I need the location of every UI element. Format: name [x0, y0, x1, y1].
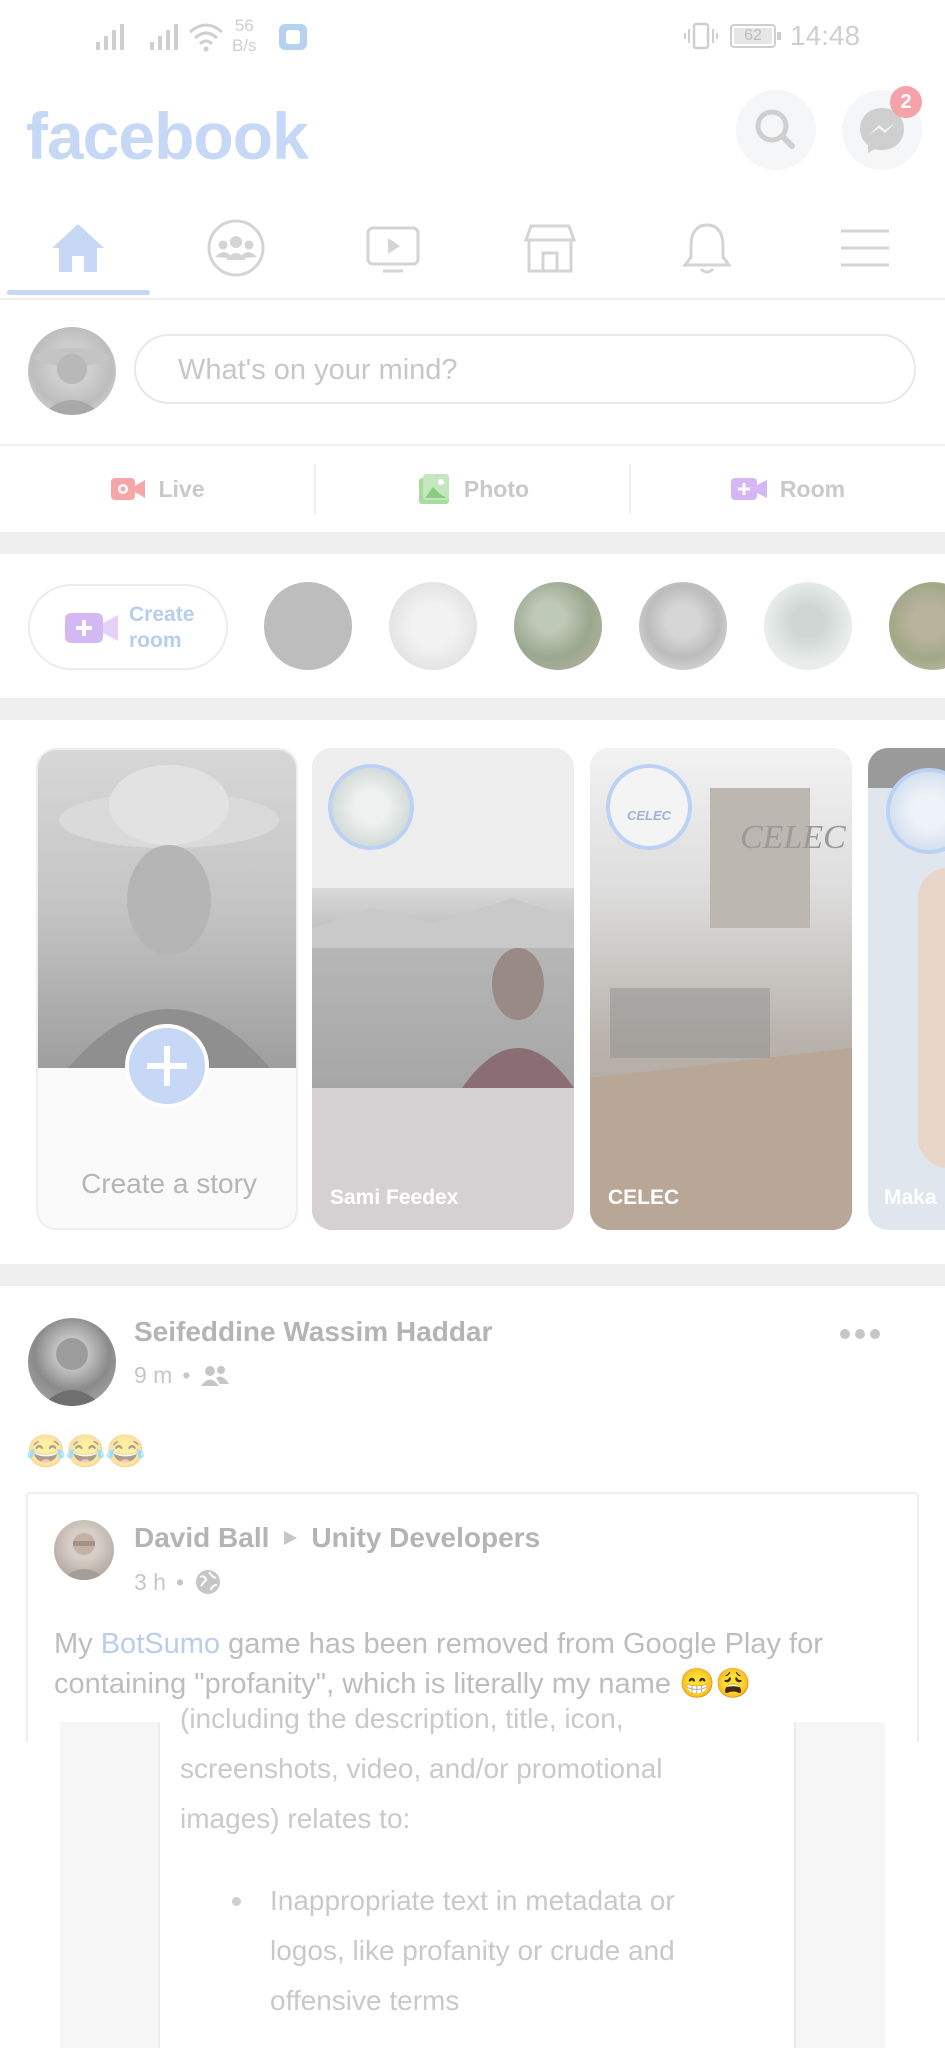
shared-group-name[interactable]: Unity Developers — [311, 1522, 540, 1554]
signal-icon-2 — [150, 24, 178, 50]
tab-home[interactable] — [3, 198, 153, 298]
bullet-dot — [232, 1897, 241, 1906]
shared-post-header: David Ball Unity Developers — [134, 1522, 540, 1554]
create-room-button[interactable]: Create room — [28, 584, 228, 670]
screenshot-line: images) relates to: — [180, 1803, 411, 1834]
friends-audience-icon — [201, 1365, 230, 1386]
create-room-icon — [65, 613, 118, 643]
home-icon — [52, 224, 104, 272]
room-button[interactable]: Room — [630, 446, 945, 532]
room-participant-avatar[interactable] — [264, 582, 352, 670]
network-speed: 56 B/s — [232, 16, 257, 55]
marketplace-icon — [523, 224, 577, 273]
room-video-icon — [730, 478, 767, 500]
screenshot-content: (including the description, title, icon,… — [158, 1703, 796, 2048]
composer-placeholder: What's on your mind? — [178, 354, 458, 386]
story-card[interactable]: Maka — [868, 748, 945, 1230]
post-author-name[interactable]: Seifeddine Wassim Haddar — [134, 1316, 492, 1348]
search-icon — [755, 109, 795, 149]
wifi-icon — [189, 23, 223, 52]
shared-screenshot[interactable]: (including the description, title, icon,… — [60, 1703, 885, 2048]
svg-text:CELEC: CELEC — [740, 819, 846, 856]
battery-icon: 62 — [730, 24, 781, 48]
triangle-right-icon — [284, 1531, 298, 1545]
shared-author-avatar[interactable] — [54, 1520, 114, 1580]
tab-groups[interactable] — [161, 198, 311, 298]
tab-marketplace[interactable] — [475, 198, 625, 298]
post-meta: 9 m • — [134, 1362, 230, 1389]
profile-photo — [42, 1338, 102, 1406]
create-story-photo — [38, 750, 296, 1068]
status-composer-input[interactable]: What's on your mind? — [134, 334, 916, 404]
active-tab-indicator — [7, 290, 150, 295]
story-author-avatar: CELEC — [606, 764, 692, 850]
profile-photo — [59, 765, 279, 1068]
user-avatar[interactable] — [28, 327, 116, 415]
section-separator — [0, 698, 945, 720]
room-participant-avatar[interactable] — [639, 582, 727, 670]
story-author-avatar — [328, 764, 414, 850]
screenshot-bullet-line: offensive terms — [270, 1985, 460, 2016]
section-separator — [0, 532, 945, 554]
status-bar: 56 B/s 62 14:48 — [0, 0, 945, 75]
room-participant-avatar[interactable] — [514, 582, 602, 670]
profile-photo — [34, 348, 110, 415]
room-participant-avatar[interactable] — [764, 582, 852, 670]
shared-post-time[interactable]: 3 h — [134, 1569, 166, 1596]
post-text: 😂😂😂 — [26, 1433, 146, 1469]
create-story-label: Create a story — [81, 1168, 257, 1199]
section-separator — [0, 1264, 945, 1286]
tab-watch[interactable] — [318, 198, 468, 298]
photo-button[interactable]: Photo — [315, 446, 630, 532]
post-author-avatar[interactable] — [28, 1318, 116, 1406]
globe-icon — [196, 1570, 221, 1594]
screenshot-bullet-line: Inappropriate text in metadata or — [270, 1885, 675, 1916]
photo-icon — [418, 474, 449, 504]
shared-author-name[interactable]: David Ball — [134, 1522, 269, 1554]
story-author-name: CELEC — [608, 1186, 680, 1209]
signal-icon — [96, 24, 124, 50]
botsumo-link[interactable]: BotSumo — [101, 1628, 220, 1660]
create-room-label: Create room — [129, 603, 195, 652]
tab-menu[interactable] — [790, 198, 940, 298]
tab-notifications[interactable] — [632, 198, 782, 298]
story-author-name: Sami Feedex — [330, 1186, 459, 1209]
room-participant-avatar[interactable] — [889, 582, 945, 670]
create-story-card[interactable]: Create a story — [36, 748, 298, 1230]
screenshot-line: screenshots, video, and/or promotional — [180, 1753, 663, 1784]
messenger-button[interactable]: 2 — [842, 86, 922, 170]
room-participant-avatar[interactable] — [389, 582, 477, 670]
facebook-logo[interactable]: facebook — [26, 98, 309, 174]
app-notification-icon — [279, 24, 307, 50]
search-button[interactable] — [736, 90, 816, 170]
shared-post-text: My BotSumo game has been removed from Go… — [54, 1628, 823, 1700]
tab-bar — [0, 198, 945, 300]
hamburger-menu-icon — [841, 229, 889, 267]
story-card[interactable]: CELEC CELEC CELEC — [590, 748, 852, 1230]
add-story-button[interactable] — [125, 1024, 209, 1108]
watch-icon — [366, 226, 420, 273]
story-scene — [312, 898, 574, 1088]
vibrate-icon — [684, 22, 718, 50]
live-video-icon — [111, 478, 146, 500]
post-time[interactable]: 9 m — [134, 1362, 172, 1389]
composer-actions: Live Photo Room — [0, 444, 945, 532]
live-button[interactable]: Live — [0, 446, 315, 532]
screenshot-line: (including the description, title, icon, — [180, 1703, 624, 1734]
messenger-badge: 2 — [890, 86, 922, 118]
bell-icon — [682, 223, 732, 274]
story-author-name: Maka — [884, 1186, 937, 1209]
story-photo — [312, 888, 574, 1088]
clock: 14:48 — [790, 20, 861, 51]
groups-icon — [207, 219, 265, 277]
more-options-icon[interactable] — [838, 1324, 882, 1344]
story-card[interactable]: Sami Feedex — [312, 748, 574, 1230]
plus-icon — [147, 1046, 187, 1086]
profile-photo — [62, 1533, 106, 1580]
shared-post-meta: 3 h • — [134, 1568, 222, 1596]
screenshot-bullet-line: logos, like profanity or crude and — [270, 1935, 675, 1966]
